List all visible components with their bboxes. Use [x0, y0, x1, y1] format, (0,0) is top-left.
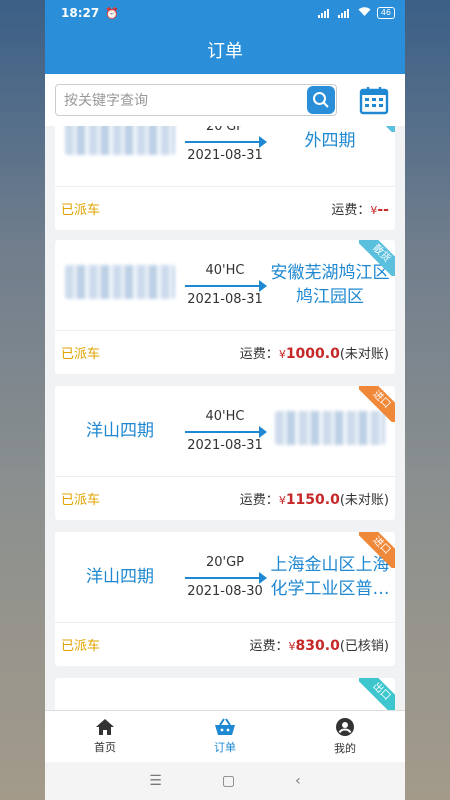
order-tag: 进口 — [359, 386, 395, 422]
order-card[interactable]: 洋山四期 40'HC 2021-08-31 进口 已派车 运费：¥1150.0(… — [55, 386, 395, 520]
tab-orders[interactable]: 订单 — [165, 711, 285, 762]
basket-icon — [215, 718, 235, 735]
container-type: 40'HC — [205, 263, 245, 278]
origin: 洋山四期 — [86, 567, 154, 587]
alarm-icon: ⏰ — [105, 6, 119, 20]
tab-label: 订单 — [214, 741, 236, 754]
order-card[interactable]: 40'HC 2021-08-31 安徽芜湖鸠江区鸠江园区 散货 已派车 运费：¥… — [55, 240, 395, 374]
freight-fee: 运费：¥1000.0(未对账) — [239, 346, 389, 362]
order-tag: 散货 — [359, 240, 395, 276]
freight-fee: 运费：¥830.0(已核销) — [249, 638, 389, 654]
tab-label: 首页 — [94, 741, 116, 754]
container-type: 40'HC — [205, 409, 245, 424]
search-input[interactable]: 按关键字查询 — [55, 84, 337, 116]
order-card[interactable]: 出口 — [55, 678, 395, 710]
order-date: 2021-08-31 — [187, 148, 263, 163]
order-list: 20'GP 2021-08-31 外四期 已派车 运费：¥-- 40'HC 20… — [45, 126, 405, 710]
signal-icon-2 — [337, 8, 352, 18]
shipment-info: 20'GP 2021-08-30 — [185, 555, 267, 599]
status-label: 已派车 — [61, 203, 101, 218]
order-date: 2021-08-31 — [187, 438, 263, 453]
tab-home[interactable]: 首页 — [45, 711, 165, 762]
search-icon — [313, 92, 329, 108]
home-icon — [96, 719, 114, 735]
origin — [55, 264, 185, 306]
order-date: 2021-08-30 — [187, 584, 263, 599]
container-type: 20'GP — [205, 126, 245, 134]
freight-fee: 运费：¥1150.0(未对账) — [239, 492, 389, 508]
status-bar: 18:27 ⏰ 46 — [45, 0, 405, 26]
freight-fee: 运费：¥-- — [331, 202, 389, 218]
arrow-icon — [185, 136, 267, 148]
arrow-icon — [185, 426, 267, 438]
status-label: 已派车 — [61, 639, 101, 654]
menu-icon[interactable]: ☰ — [149, 773, 162, 789]
search-placeholder: 按关键字查询 — [64, 93, 148, 109]
shipment-info: 40'HC 2021-08-31 — [185, 263, 267, 307]
destination: 外四期 — [304, 131, 356, 151]
order-card[interactable]: 洋山四期 20'GP 2021-08-30 上海金山区上海化学工业区普… 进口 … — [55, 532, 395, 666]
redacted-origin — [65, 126, 175, 155]
shipment-info: 20'GP 2021-08-31 — [185, 126, 267, 163]
tab-label: 我的 — [334, 742, 356, 755]
arrow-icon — [185, 280, 267, 292]
order-tag — [359, 126, 395, 132]
redacted-origin — [65, 264, 175, 299]
wifi-icon — [358, 6, 371, 20]
origin — [55, 126, 185, 162]
status-label: 已派车 — [61, 347, 101, 362]
arrow-icon — [185, 572, 267, 584]
order-card[interactable]: 20'GP 2021-08-31 外四期 已派车 运费：¥-- — [55, 126, 395, 230]
clock: 18:27 — [61, 6, 100, 20]
origin: 洋山四期 — [86, 421, 154, 441]
order-tag: 进口 — [359, 532, 395, 568]
bottom-tab-bar: 首页 订单 我的 — [45, 710, 405, 762]
home-square-icon[interactable]: ▢ — [222, 773, 235, 789]
status-label: 已派车 — [61, 493, 101, 508]
tab-profile[interactable]: 我的 — [285, 711, 405, 762]
order-date: 2021-08-31 — [187, 292, 263, 307]
search-row: 按关键字查询 — [45, 74, 405, 126]
container-type: 20'GP — [205, 555, 245, 570]
system-nav-bar: ☰ ▢ ‹ — [45, 762, 405, 800]
order-tag: 出口 — [359, 678, 395, 710]
page-title: 订单 — [45, 26, 405, 74]
search-button[interactable] — [307, 86, 335, 114]
calendar-icon[interactable] — [359, 85, 389, 115]
shipment-info: 40'HC 2021-08-31 — [185, 409, 267, 453]
phone-screen: 18:27 ⏰ 46 订单 按关键字查询 20'GP 2021-08-31 外四… — [45, 0, 405, 800]
back-icon[interactable]: ‹ — [295, 773, 301, 789]
profile-icon — [336, 718, 354, 736]
signal-icon — [317, 8, 332, 18]
battery-indicator: 46 — [376, 7, 395, 19]
